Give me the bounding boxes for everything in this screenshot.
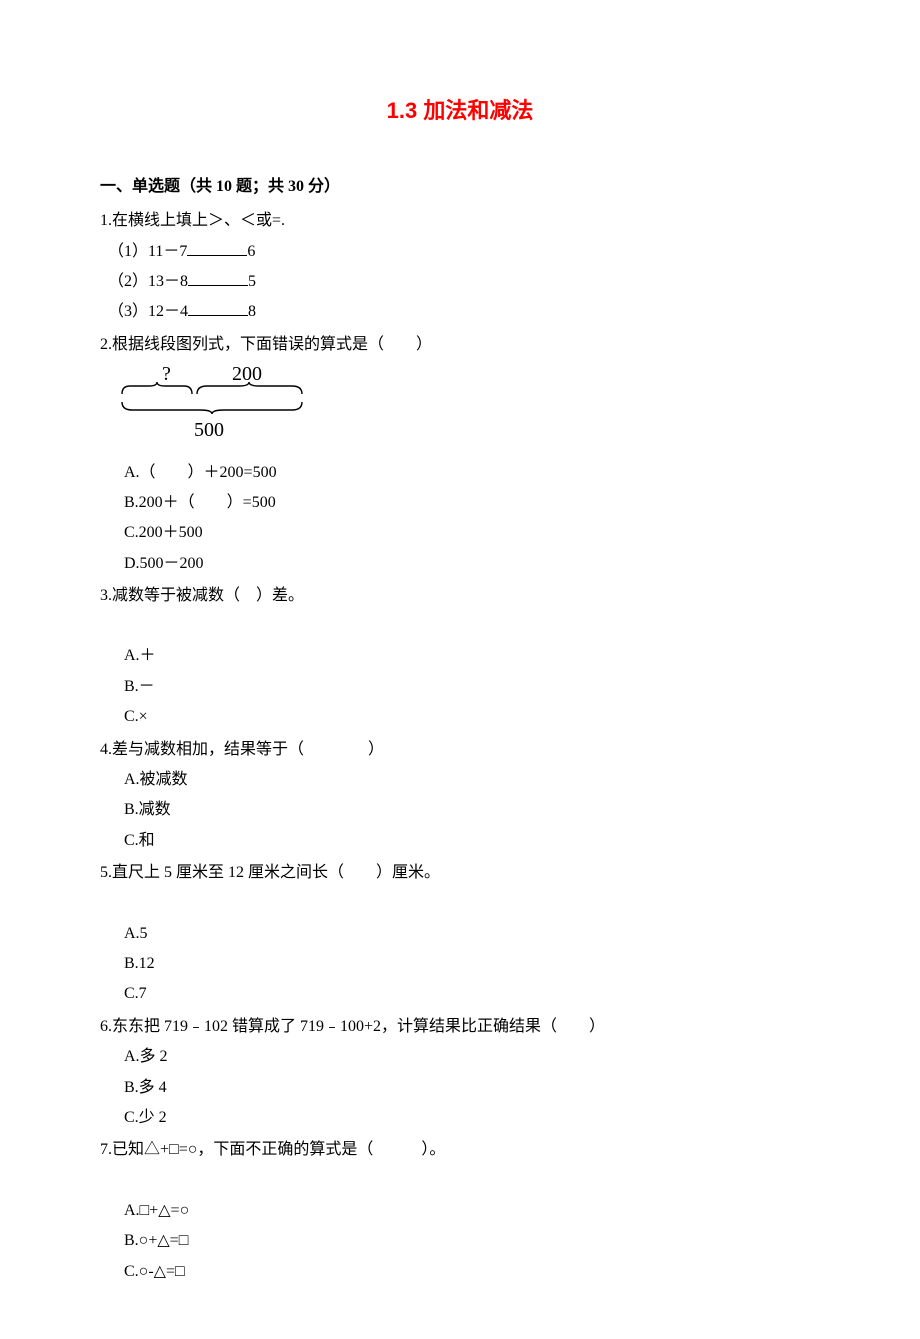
q2-option-d[interactable]: D.500－200 xyxy=(100,549,820,579)
diagram-top-label: 200 xyxy=(232,364,262,385)
q1-blank1[interactable] xyxy=(187,255,247,256)
q6-option-c[interactable]: C.少 2 xyxy=(100,1103,820,1133)
q1-blank2[interactable] xyxy=(188,285,248,286)
document-title: 1.3 加法和减法 xyxy=(100,90,820,132)
q1-p3-prefix: （3）12－4 xyxy=(108,303,188,320)
section-heading: 一、单选题（共 10 题；共 30 分） xyxy=(100,172,820,202)
q7-option-b[interactable]: B.○+△=□ xyxy=(100,1226,820,1256)
q4-option-b[interactable]: B.减数 xyxy=(100,795,820,825)
q2-option-a[interactable]: A.（ ）＋200=500 xyxy=(100,458,820,488)
q3-option-c[interactable]: C.× xyxy=(100,702,820,732)
diagram-question-label: ? xyxy=(162,364,171,385)
q1-part3: （3）12－4 8 xyxy=(100,297,820,327)
q1-part2: （2）13－8 5 xyxy=(100,267,820,297)
q1-stem: 1.在横线上填上＞、＜或=. xyxy=(100,206,820,236)
q6-stem: 6.东东把 719﹣102 错算成了 719﹣100+2，计算结果比正确结果（ … xyxy=(100,1012,820,1042)
q4-stem: 4.差与减数相加，结果等于（ ） xyxy=(100,735,820,765)
q7-option-c[interactable]: C.○-△=□ xyxy=(100,1257,820,1287)
q2-option-b[interactable]: B.200＋（ ）=500 xyxy=(100,488,820,518)
q1-p2-suffix: 5 xyxy=(248,273,256,290)
q1-p2-prefix: （2）13－8 xyxy=(108,273,188,290)
question-1: 1.在横线上填上＞、＜或=. （1）11－7 6 （2）13－8 5 （3）12－4… xyxy=(100,206,820,328)
diagram-bottom-label: 500 xyxy=(194,419,224,441)
q1-blank3[interactable] xyxy=(188,315,248,316)
question-7: 7.已知△+□=○，下面不正确的算式是（ ）。 A.□+△=○ B.○+△=□ … xyxy=(100,1135,820,1287)
q1-p1-suffix: 6 xyxy=(247,243,255,260)
q4-option-a[interactable]: A.被减数 xyxy=(100,765,820,795)
q2-diagram: ? 200 500 xyxy=(100,364,820,453)
q6-option-a[interactable]: A.多 2 xyxy=(100,1042,820,1072)
q2-option-c[interactable]: C.200＋500 xyxy=(100,518,820,548)
brace-left-down xyxy=(122,382,192,394)
q3-option-a[interactable]: A.＋ xyxy=(100,641,820,671)
q6-option-b[interactable]: B.多 4 xyxy=(100,1073,820,1103)
question-3: 3.减数等于被减数（ ）差。 A.＋ B.－ C.× xyxy=(100,581,820,733)
q5-option-a[interactable]: A.5 xyxy=(100,919,820,949)
q5-option-c[interactable]: C.7 xyxy=(100,979,820,1009)
brace-right-down xyxy=(197,382,302,394)
q4-option-c[interactable]: C.和 xyxy=(100,826,820,856)
q1-part1: （1）11－7 6 xyxy=(100,237,820,267)
q5-stem: 5.直尺上 5 厘米至 12 厘米之间长（ ）厘米。 xyxy=(100,858,820,888)
q1-p3-suffix: 8 xyxy=(248,303,256,320)
question-2: 2.根据线段图列式，下面错误的算式是（ ） ? 200 500 A.（ ）＋20… xyxy=(100,330,820,579)
question-6: 6.东东把 719﹣102 错算成了 719﹣100+2，计算结果比正确结果（ … xyxy=(100,1012,820,1134)
q3-stem: 3.减数等于被减数（ ）差。 xyxy=(100,581,820,611)
q7-option-a[interactable]: A.□+△=○ xyxy=(100,1196,820,1226)
brace-bottom-up xyxy=(122,402,302,414)
q5-option-b[interactable]: B.12 xyxy=(100,949,820,979)
q1-p1-prefix: （1）11－7 xyxy=(108,243,187,260)
question-4: 4.差与减数相加，结果等于（ ） A.被减数 B.减数 C.和 xyxy=(100,735,820,857)
q2-stem: 2.根据线段图列式，下面错误的算式是（ ） xyxy=(100,330,820,360)
q3-option-b[interactable]: B.－ xyxy=(100,672,820,702)
q7-stem: 7.已知△+□=○，下面不正确的算式是（ ）。 xyxy=(100,1135,820,1165)
question-5: 5.直尺上 5 厘米至 12 厘米之间长（ ）厘米。 A.5 B.12 C.7 xyxy=(100,858,820,1010)
segment-diagram-svg: ? 200 500 xyxy=(112,364,317,442)
